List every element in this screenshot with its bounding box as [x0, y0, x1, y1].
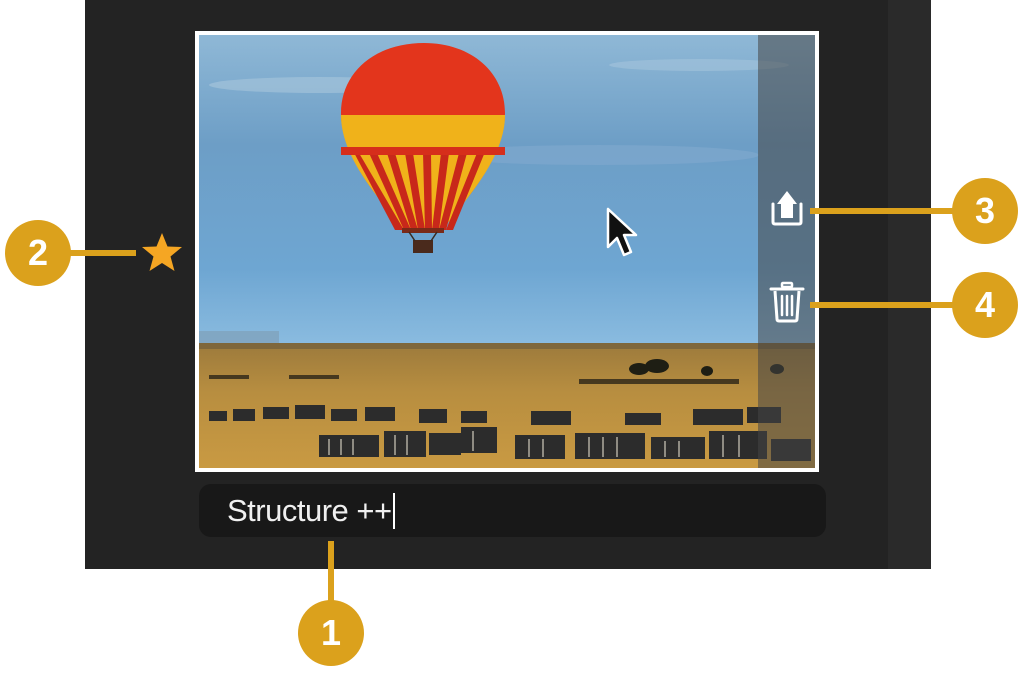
balloon-safari-photo — [199, 35, 815, 468]
callout-1-line — [328, 541, 334, 601]
trash-icon — [769, 281, 805, 323]
caption-text[interactable]: Structure ++ — [227, 493, 392, 529]
callout-2-badge: 2 — [5, 220, 71, 286]
callout-4-line — [810, 302, 960, 308]
callout-4-badge: 4 — [952, 272, 1018, 338]
share-button[interactable] — [766, 187, 808, 229]
delete-button[interactable] — [766, 281, 808, 323]
star-icon[interactable] — [140, 231, 184, 273]
caption-input[interactable]: Structure ++ — [199, 484, 826, 537]
callout-2-line — [60, 250, 136, 256]
text-caret — [392, 492, 395, 529]
tutorial-stage: Structure ++ 1 2 3 4 — [0, 0, 1024, 694]
callout-3-line — [810, 208, 960, 214]
share-upload-icon — [771, 191, 803, 226]
thumbnail-action-bar — [758, 35, 815, 468]
callout-1-badge: 1 — [298, 600, 364, 666]
photo-thumbnail[interactable] — [195, 31, 819, 472]
mouse-pointer-icon — [606, 207, 638, 257]
side-scroll-strip[interactable] — [888, 0, 931, 569]
callout-3-badge: 3 — [952, 178, 1018, 244]
photo-image[interactable] — [199, 35, 815, 468]
